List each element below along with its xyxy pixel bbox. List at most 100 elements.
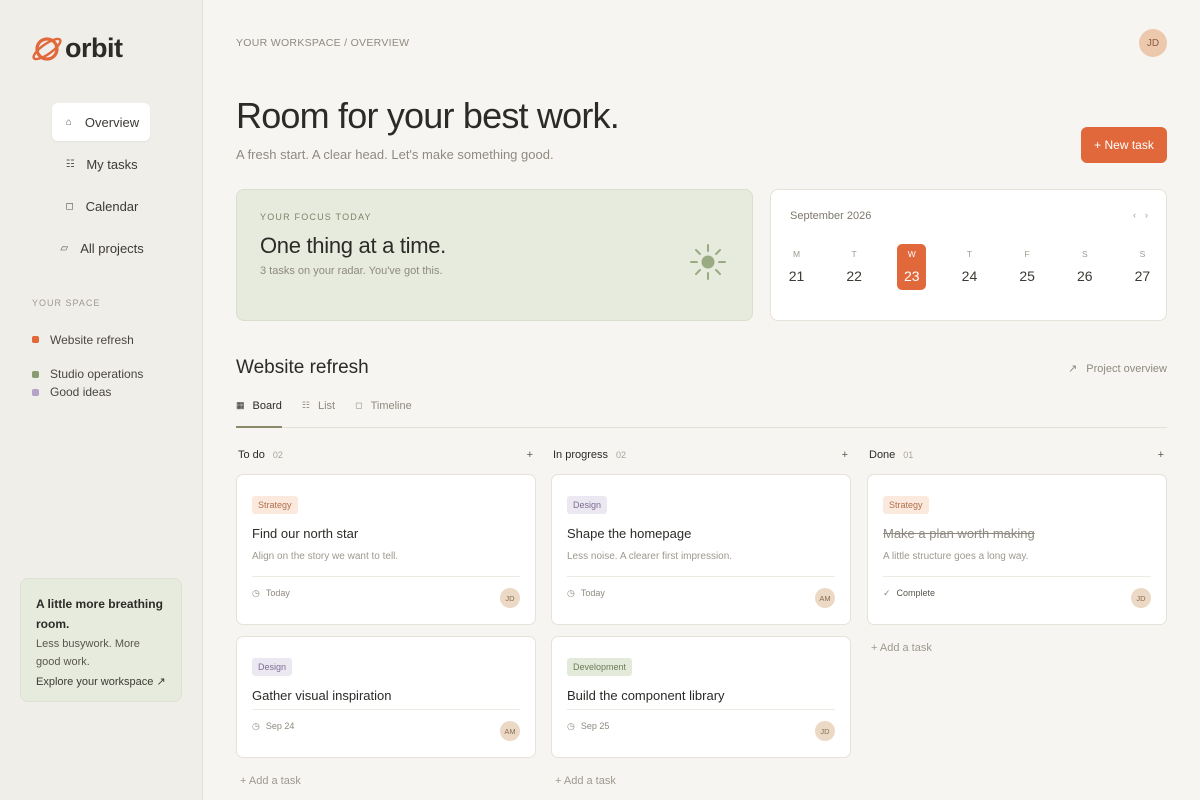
space-item-label: Website refresh	[50, 332, 134, 347]
task-description: Less noise. A clearer first impression.	[567, 551, 733, 562]
add-icon[interactable]: +	[527, 449, 533, 461]
tab-label: Timeline	[370, 400, 412, 412]
day-number: 25	[1019, 268, 1035, 284]
calendar-day[interactable]: T 24	[955, 244, 984, 290]
logo[interactable]: orbit	[31, 33, 123, 64]
week-calendar: September 2026 ‹ › M 21 T 22 W 23 T 24 F 25 S…	[770, 189, 1167, 321]
day-of-week: F	[1024, 249, 1030, 259]
sidebar: orbit ⌂ Overview ☷ My tasks ◻ Calendar ▱…	[0, 0, 203, 800]
add-icon[interactable]: +	[842, 449, 848, 461]
nav-calendar[interactable]: ◻ Calendar	[52, 187, 150, 225]
home-icon: ⌂	[65, 116, 72, 128]
tab-board[interactable]: ▦ Board	[236, 394, 282, 428]
task-footer: ✓ Complete JD	[883, 576, 1151, 608]
tab-label: List	[317, 400, 336, 412]
nav-overview[interactable]: ⌂ Overview	[52, 103, 150, 141]
column-title: To do	[238, 449, 265, 461]
promo-card: A little more breathing room. Less busyw…	[20, 578, 182, 702]
calendar-month: September 2026	[790, 210, 872, 222]
space-item-label: Good ideas	[50, 385, 112, 399]
calendar-icon: ◻	[65, 200, 74, 212]
clock-icon: ◷	[252, 721, 260, 731]
project-overview-label: Project overview	[1086, 363, 1167, 375]
calendar-day[interactable]: T 22	[840, 244, 869, 290]
task-due: ◷ Today	[567, 588, 605, 599]
arrow-up-right-icon: ↗	[1068, 363, 1078, 375]
task-card[interactable]: Design Shape the homepage Less noise. A …	[551, 474, 851, 625]
column-title: Done	[869, 449, 896, 461]
due-label: Sep 25	[580, 721, 610, 731]
task-card[interactable]: Design Gather visual inspiration ◷ Sep 24…	[236, 636, 536, 758]
page-subtitle: A fresh start. A clear head. Let's make …	[236, 147, 554, 162]
space-item-label: Studio operations	[50, 367, 144, 381]
assignee-avatar: AM	[815, 588, 835, 608]
nav-label: My tasks	[86, 156, 138, 172]
chevron-left-icon[interactable]: ‹	[1133, 210, 1136, 220]
promo-link[interactable]: Explore your workspace ↗	[36, 675, 166, 688]
user-avatar[interactable]: JD	[1139, 29, 1167, 57]
check-icon: ✓	[883, 588, 891, 598]
task-title: Gather visual inspiration	[252, 688, 392, 703]
column-title: In progress	[553, 449, 609, 461]
day-number: 27	[1134, 268, 1151, 284]
task-card[interactable]: Strategy Find our north star Align on th…	[236, 474, 536, 625]
add-task-button[interactable]: + Add a task	[240, 775, 301, 787]
due-label: Today	[580, 588, 605, 598]
task-card[interactable]: Development Build the component library …	[551, 636, 851, 758]
task-title: Build the component library	[567, 688, 725, 703]
calendar-day[interactable]: M 21	[782, 244, 811, 290]
task-status: ✓ Complete	[883, 588, 935, 599]
folder-icon: ▱	[60, 242, 69, 254]
add-task-button[interactable]: + Add a task	[555, 775, 616, 787]
task-tag: Design	[252, 658, 293, 676]
task-card[interactable]: Strategy Make a plan worth making A litt…	[867, 474, 1167, 625]
assignee-avatar: JD	[500, 588, 520, 608]
calendar-days: M 21 T 22 W 23 T 24 F 25 S 26 S 27	[782, 244, 1157, 290]
calendar-day[interactable]: S 26	[1070, 244, 1099, 290]
day-number: 22	[846, 268, 862, 284]
timeline-icon: ◻	[355, 400, 363, 410]
tab-list[interactable]: ☷ List	[302, 394, 335, 428]
orbit-logo-icon	[31, 34, 62, 64]
column-header: Done 01 +	[867, 447, 1167, 463]
main-content: YOUR WORKSPACE / OVERVIEW JD Room for yo…	[236, 0, 1167, 800]
task-tag: Strategy	[252, 496, 298, 514]
column-header: To do 02 +	[236, 447, 536, 463]
calendar-day-selected[interactable]: W 23	[897, 244, 927, 290]
space-list: Website refresh Studio operations Good i…	[32, 331, 143, 401]
space-item-website-refresh[interactable]: Website refresh	[32, 331, 143, 348]
add-icon[interactable]: +	[1158, 449, 1164, 461]
task-description: Align on the story we want to tell.	[252, 551, 399, 562]
day-of-week: S	[1139, 249, 1146, 259]
focus-card: YOUR FOCUS TODAY One thing at a time. 3 …	[236, 189, 753, 321]
add-task-button[interactable]: + Add a task	[871, 642, 932, 654]
nav-all-projects[interactable]: ▱ All projects	[52, 229, 150, 267]
chevron-right-icon[interactable]: ›	[1145, 210, 1148, 220]
task-description: A little structure goes a long way.	[883, 551, 1029, 562]
column-count: 02	[616, 450, 627, 460]
tab-timeline[interactable]: ◻ Timeline	[355, 394, 412, 428]
focus-title: One thing at a time.	[260, 233, 446, 258]
breadcrumb: YOUR WORKSPACE / OVERVIEW	[236, 37, 410, 49]
page-title: Room for your best work.	[236, 95, 620, 136]
project-overview-link[interactable]: ↗ Project overview	[1068, 362, 1167, 375]
assignee-avatar: JD	[1131, 588, 1151, 608]
nav-label: All projects	[80, 240, 144, 256]
clock-icon: ◷	[567, 588, 575, 598]
nav-my-tasks[interactable]: ☷ My tasks	[52, 145, 150, 183]
calendar-day[interactable]: S 27	[1128, 244, 1157, 290]
tab-label: Board	[252, 400, 282, 412]
calendar-day[interactable]: F 25	[1013, 244, 1042, 290]
color-dot-icon	[32, 370, 39, 378]
promo-body: Less busywork. More good work.	[36, 638, 140, 668]
space-section-label: YOUR SPACE	[32, 298, 101, 308]
column-count: 02	[272, 450, 283, 460]
task-footer: ◷ Sep 25 JD	[567, 709, 835, 741]
nav-label: Calendar	[85, 198, 139, 214]
day-of-week: T	[966, 249, 973, 259]
clock-icon: ◷	[252, 588, 260, 598]
new-task-button[interactable]: + New task	[1081, 127, 1167, 163]
due-label: Today	[265, 588, 290, 598]
list-icon: ☷	[65, 158, 75, 170]
view-tabs: ▦ Board ☷ List ◻ Timeline	[236, 394, 1167, 428]
